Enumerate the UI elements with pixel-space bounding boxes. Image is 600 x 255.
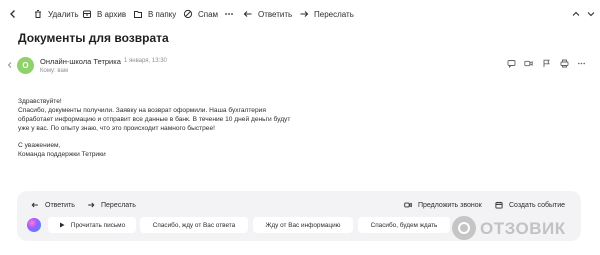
archive-label: В архив	[97, 9, 127, 19]
quick-reply-chip[interactable]: Спасибо, будем ждать	[358, 217, 450, 233]
suggest-call-label: Предложить звонок	[418, 201, 482, 209]
reply-button[interactable]: Ответить	[243, 4, 292, 24]
body-greeting: Здравствуйте!	[18, 98, 62, 105]
print-icon[interactable]	[560, 59, 569, 68]
forward-icon	[87, 201, 95, 209]
folder-icon	[133, 9, 143, 19]
watermark: ОТЗОВИК	[446, 214, 596, 244]
body-line-2: обработает информацию и отправит все дан…	[18, 116, 291, 123]
flag-icon[interactable]	[542, 59, 551, 68]
panel-forward-label: Переслать	[101, 201, 136, 209]
chevron-up-icon	[571, 9, 581, 19]
spam-button[interactable]: Спам	[183, 4, 218, 24]
message-icon[interactable]	[507, 59, 516, 68]
arrow-left-icon	[8, 9, 18, 19]
delete-button[interactable]: Удалить	[33, 4, 79, 24]
spam-label: Спам	[198, 9, 219, 19]
reply-icon	[243, 9, 253, 19]
read-email-chip[interactable]: Прочитать письмо	[48, 217, 136, 233]
body-line-1: Спасибо, документы получили. Заявку на в…	[18, 107, 266, 114]
previous-email-button[interactable]	[571, 4, 586, 24]
archive-button[interactable]: В архив	[82, 4, 126, 24]
create-event-label: Создать событие	[509, 201, 566, 209]
panel-reply-button[interactable]: Ответить	[31, 195, 75, 215]
collapse-arrow-icon[interactable]	[6, 61, 14, 69]
spam-icon	[183, 9, 193, 19]
email-body: Здравствуйте! Спасибо, документы получил…	[18, 97, 318, 159]
trash-icon	[33, 9, 43, 19]
toolbar: Удалить В архив В папку Спам Ответить Пе…	[0, 0, 600, 28]
calendar-icon	[495, 201, 503, 209]
move-to-folder-button[interactable]: В папку	[133, 4, 176, 24]
forward-label: Переслать	[314, 9, 354, 19]
suggest-call-button[interactable]: Предложить звонок	[404, 195, 482, 215]
next-email-button[interactable]	[586, 4, 600, 24]
back-button[interactable]	[8, 4, 23, 24]
panel-reply-label: Ответить	[45, 201, 75, 209]
video-icon[interactable]	[524, 59, 533, 68]
read-email-label: Прочитать письмо	[70, 221, 126, 229]
create-event-button[interactable]: Создать событие	[495, 195, 565, 215]
email-subject: Документы для возврата	[18, 31, 169, 45]
watermark-logo-icon	[452, 216, 476, 240]
sender-row: O Онлайн-школа Тетрика 1 января, 13:30 К…	[0, 52, 600, 82]
body-line-3: уже у вас. По опыту знаю, что это происх…	[18, 125, 215, 132]
move-to-folder-label: В папку	[148, 9, 177, 19]
forward-icon	[299, 9, 309, 19]
body-signature: Команда поддержки Тетрики	[18, 151, 106, 158]
video-call-icon	[404, 201, 412, 209]
sender-name[interactable]: Онлайн-школа Тетрика	[40, 57, 121, 66]
delete-label: Удалить	[48, 9, 79, 19]
recipient-line: Кому: вам	[40, 68, 68, 74]
panel-forward-button[interactable]: Переслать	[87, 195, 136, 215]
more-options-icon[interactable]	[577, 59, 586, 68]
avatar[interactable]: O	[17, 57, 34, 74]
forward-button[interactable]: Переслать	[299, 4, 354, 24]
chevron-down-icon	[586, 9, 596, 19]
play-icon	[59, 222, 65, 228]
more-button[interactable]	[224, 4, 239, 24]
more-dots-icon	[224, 9, 234, 19]
body-signoff: С уважением,	[18, 142, 61, 149]
reply-icon	[31, 201, 39, 209]
quick-reply-chip[interactable]: Спасибо, жду от Вас ответа	[140, 217, 248, 233]
ai-assistant-icon[interactable]	[27, 218, 41, 232]
email-date: 1 января, 13:30	[124, 58, 167, 64]
archive-icon	[82, 9, 92, 19]
watermark-text: ОТЗОВИК	[480, 219, 566, 238]
reply-label: Ответить	[258, 9, 293, 19]
quick-reply-chip[interactable]: Жду от Вас информацию	[253, 217, 353, 233]
